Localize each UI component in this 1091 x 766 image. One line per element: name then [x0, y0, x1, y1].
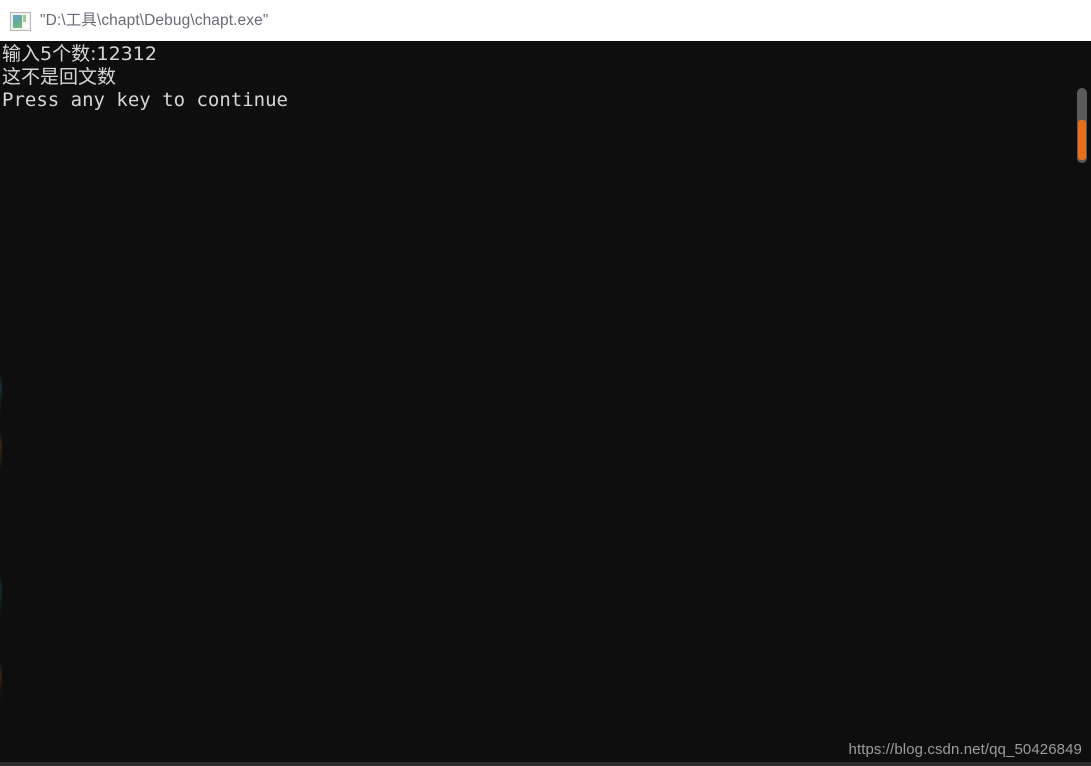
- console-line: 这不是回文数: [2, 66, 117, 88]
- console-output-area[interactable]: 输入5个数:12312 这不是回文数 Press any key to cont…: [0, 41, 1091, 762]
- console-window: "D:\工具\chapt\Debug\chapt.exe" 输入5个数:1231…: [0, 0, 1091, 766]
- console-app-icon-accent: [23, 14, 26, 22]
- watermark: https://blog.csdn.net/qq_50426849: [848, 741, 1082, 758]
- bottom-edge-strip: [0, 762, 1091, 766]
- console-line: Press any key to continue: [2, 89, 288, 111]
- scrollbar-thumb[interactable]: [1078, 120, 1086, 160]
- window-title: "D:\工具\chapt\Debug\chapt.exe": [40, 11, 269, 29]
- vertical-scrollbar[interactable]: [1072, 41, 1091, 762]
- console-app-icon: [10, 11, 31, 31]
- console-line: 输入5个数:12312: [2, 43, 157, 65]
- console-lines: 输入5个数:12312 这不是回文数 Press any key to cont…: [2, 43, 1042, 112]
- console-app-icon-image: [13, 14, 22, 28]
- titlebar[interactable]: "D:\工具\chapt\Debug\chapt.exe": [0, 0, 1091, 41]
